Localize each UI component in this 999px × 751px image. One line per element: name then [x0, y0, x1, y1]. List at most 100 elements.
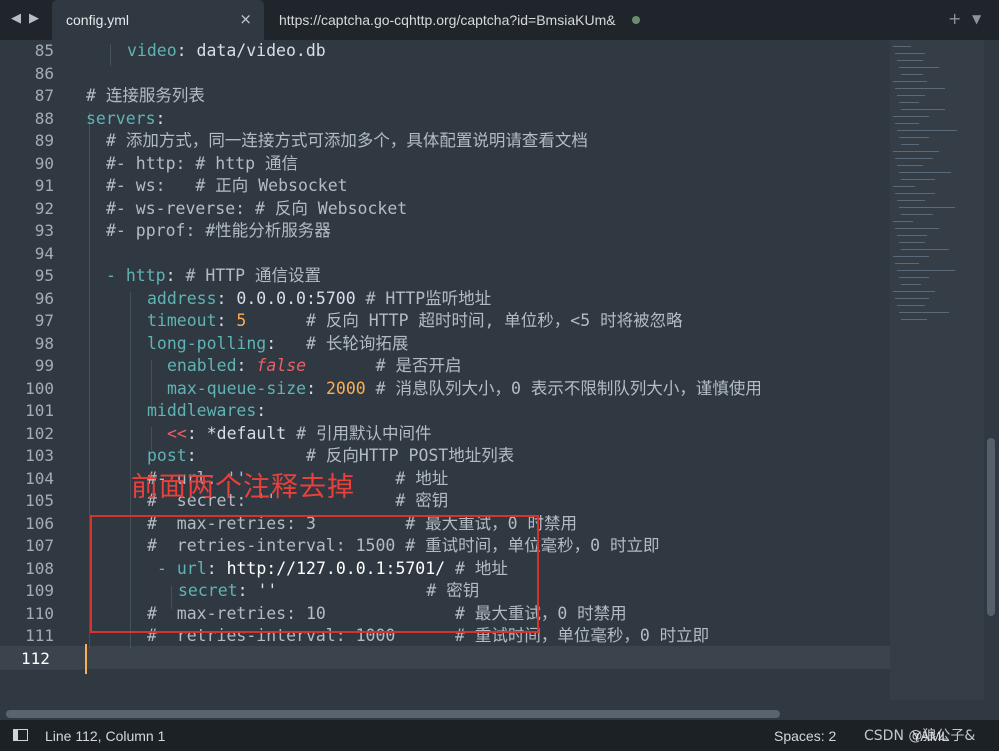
yaml-key: address	[147, 288, 217, 308]
minimap-line	[899, 102, 919, 103]
close-icon[interactable]: ×	[239, 10, 252, 28]
yaml-number: 2000	[325, 378, 366, 398]
code-line-85: video: data/video.db	[86, 40, 326, 63]
code-line-88: servers:	[86, 108, 165, 131]
minimap-line	[895, 123, 919, 124]
minimap-line	[899, 277, 929, 278]
new-tab-plus-icon[interactable]: +	[948, 9, 961, 28]
yaml-alias: *default	[206, 423, 287, 443]
line-number: 101	[25, 401, 54, 420]
yaml-comment: # 反向 HTTP 超时时间, 单位秒，<5 时将被忽略	[305, 311, 683, 330]
line-number: 92	[34, 198, 54, 218]
tab-config-yml[interactable]: config.yml ×	[52, 0, 264, 40]
line-number: 111	[25, 626, 54, 645]
horizontal-scrollbar[interactable]	[0, 708, 999, 720]
horizontal-scrollbar-thumb[interactable]	[6, 710, 780, 718]
minimap-line	[893, 81, 927, 82]
minimap-line	[897, 165, 923, 166]
code-line-101: middlewares:	[86, 400, 266, 423]
minimap-viewport[interactable]	[890, 40, 984, 700]
line-number: 88	[34, 108, 54, 128]
vertical-scrollbar-thumb[interactable]	[987, 438, 995, 616]
yaml-key: video	[127, 41, 177, 60]
cursor-position[interactable]: Line 112, Column 1	[45, 728, 165, 744]
yaml-key: timeout	[147, 311, 217, 330]
yaml-colon: :	[236, 356, 257, 375]
current-line-highlight	[0, 646, 890, 669]
code-line-89: # 添加方式，同一连接方式可添加多个，具体配置说明请查看文档	[86, 130, 588, 153]
yaml-number: 5	[236, 311, 247, 330]
minimap-line	[893, 46, 911, 47]
tab-menu-chevron-down-icon[interactable]: ▼	[972, 12, 981, 26]
line-number: 96	[34, 288, 54, 308]
annotation-text: 前面两个注释去掉	[131, 472, 355, 503]
minimap-line	[895, 298, 929, 299]
minimap-line	[897, 95, 925, 96]
vertical-scrollbar[interactable]	[984, 40, 999, 708]
line-number: 86	[34, 63, 54, 83]
code-line-100: max-queue-size: 2000 # 消息队列大小，0 表示不限制队列大…	[86, 378, 762, 401]
code-line-98: long-polling: # 长轮询拓展	[86, 333, 408, 356]
line-number: 93	[34, 221, 54, 240]
yaml-comment: #- http: # http 通信	[106, 153, 298, 173]
yaml-key: servers	[86, 108, 156, 128]
minimap-line	[901, 214, 933, 215]
yaml-comment: # 引用默认中间件	[296, 423, 432, 443]
minimap-line	[893, 151, 939, 152]
minimap-line	[895, 88, 945, 89]
yaml-colon: :	[306, 378, 326, 398]
yaml-colon: :	[256, 401, 267, 420]
yaml-comment: #- ws-reverse: # 反向 Websocket	[106, 198, 408, 218]
line-number: 107	[25, 536, 54, 555]
line-number: 103	[25, 446, 54, 465]
yaml-comment: #- pprof: #性能分析服务器	[106, 221, 331, 240]
code-line-90: #- http: # http 通信	[86, 153, 298, 176]
line-number-gutter: 85 86 87 88 89 90 91 92 93 94 95 96 97 98 99 100 101 102 1…	[0, 40, 82, 708]
line-number: 97	[34, 311, 54, 330]
minimap-line	[897, 305, 925, 306]
text-caret	[85, 644, 87, 674]
sublime-text-window: ◀ ▶ config.yml × https://captcha.go-cqht…	[0, 0, 999, 751]
line-number: 90	[34, 153, 54, 173]
line-number: 108	[25, 558, 54, 578]
panel-toggle-icon[interactable]	[13, 729, 28, 741]
yaml-colon: :	[155, 108, 166, 128]
minimap-line	[899, 207, 955, 208]
code-line-93: #- pprof: #性能分析服务器	[86, 220, 331, 243]
yaml-key: middlewares	[147, 401, 257, 420]
yaml-comment: # 连接服务列表	[86, 86, 205, 105]
watermark: CSDN @狼公子&	[864, 728, 976, 744]
minimap-line	[899, 137, 929, 138]
code-line-92: #- ws-reverse: # 反向 Websocket	[86, 198, 407, 221]
line-number: 99	[34, 356, 54, 375]
tab-scroll-right-icon[interactable]: ▶	[29, 11, 39, 26]
line-number: 106	[25, 513, 54, 533]
indentation-setting[interactable]: Spaces: 2	[774, 728, 836, 744]
yaml-comment: # 消息队列大小，0 表示不限制队列大小，谨慎使用	[375, 378, 762, 398]
minimap-line	[895, 158, 933, 159]
yaml-value: data/video.db	[196, 41, 326, 60]
line-number: 100	[25, 378, 54, 398]
yaml-key: http	[125, 266, 166, 285]
minimap-line	[893, 291, 935, 292]
line-number: 95	[34, 266, 54, 285]
yaml-comment: # 添加方式，同一连接方式可添加多个，具体配置说明请查看文档	[106, 131, 588, 150]
yaml-key: enabled	[167, 356, 237, 375]
yaml-colon: :	[186, 423, 207, 443]
yaml-colon: :	[266, 333, 277, 353]
minimap-line	[901, 249, 949, 250]
minimap-line	[901, 284, 921, 285]
code-line-91: #- ws: # 正向 Websocket	[86, 175, 348, 198]
yaml-list-dash: -	[106, 266, 126, 285]
minimap-line	[901, 74, 923, 75]
line-number: 112	[0, 647, 82, 670]
tab-captcha-url[interactable]: https://captcha.go-cqhttp.org/captcha?id…	[266, 0, 656, 40]
line-number: 94	[34, 243, 54, 263]
code-line-87: # 连接服务列表	[86, 85, 205, 108]
yaml-colon: :	[186, 446, 197, 465]
code-line-96: address: 0.0.0.0:5700 # HTTP监听地址	[86, 288, 491, 311]
tab-scroll-left-icon[interactable]: ◀	[11, 11, 21, 26]
minimap[interactable]	[890, 40, 984, 708]
